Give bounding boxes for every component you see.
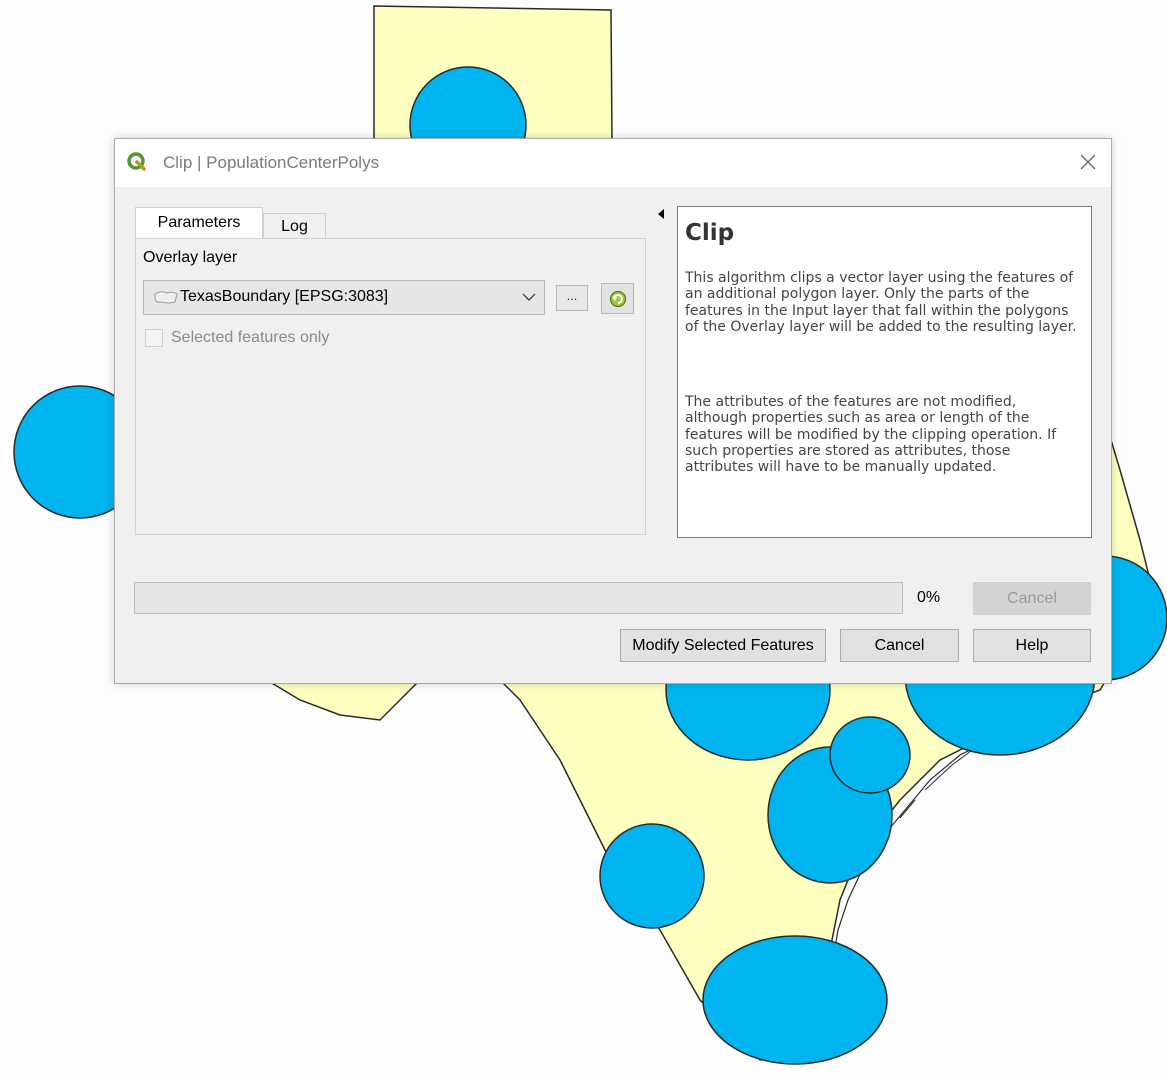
cancel-button[interactable]: Cancel [840, 629, 959, 662]
clip-dialog: Clip | PopulationCenterPolys Parameters … [114, 138, 1112, 684]
cancel-run-button[interactable]: Cancel [973, 582, 1091, 615]
help-paragraph-2: The attributes of the features are not m… [685, 394, 1057, 476]
overlay-layer-label: Overlay layer [143, 249, 238, 266]
polygon-layer-icon [154, 291, 178, 304]
dialog-titlebar[interactable]: Clip | PopulationCenterPolys [115, 139, 1111, 187]
dialog-title: Clip | PopulationCenterPolys [163, 153, 380, 172]
selected-features-checkbox[interactable] [145, 329, 163, 347]
modify-selected-features-button[interactable]: Modify Selected Features [620, 629, 826, 662]
close-icon[interactable] [1075, 149, 1101, 175]
overlay-layer-combobox[interactable]: TexasBoundary [EPSG:3083] [143, 280, 545, 315]
help-button[interactable]: Help [973, 629, 1091, 662]
iterate-icon [609, 290, 627, 308]
tab-log[interactable]: Log [263, 213, 326, 239]
tab-parameters[interactable]: Parameters [135, 207, 263, 238]
help-title: Clip [685, 220, 735, 246]
help-panel: Clip This algorithm clips a vector layer… [677, 206, 1092, 538]
iterate-button[interactable] [601, 283, 634, 314]
qgis-logo-icon [127, 152, 146, 171]
population-circle [702, 935, 888, 1065]
progress-percent: 0% [917, 589, 941, 606]
population-circle [829, 716, 911, 794]
overlay-layer-value: TexasBoundary [EPSG:3083] [180, 288, 389, 305]
browse-button[interactable]: ... [556, 285, 588, 311]
collapse-help-arrow-icon[interactable] [656, 208, 666, 220]
population-circle [599, 823, 705, 929]
selected-features-label: Selected features only [171, 329, 330, 346]
progress-bar [134, 582, 903, 614]
chevron-down-icon [522, 293, 536, 301]
help-paragraph-1: This algorithm clips a vector layer usin… [685, 270, 1077, 335]
